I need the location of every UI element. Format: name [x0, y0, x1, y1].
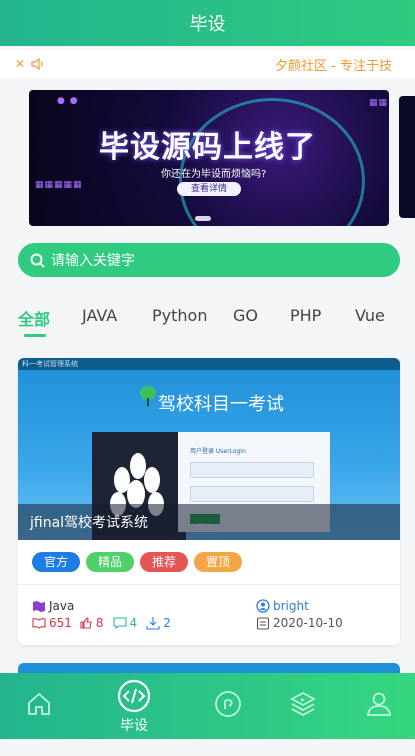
downloads-count: 2 — [163, 616, 171, 630]
calendar-icon — [256, 617, 270, 630]
nav-community[interactable] — [213, 690, 243, 756]
home-icon — [28, 692, 50, 715]
speaker-icon — [31, 58, 45, 70]
badge-official: 官方 — [32, 552, 81, 572]
tree-icon — [140, 386, 156, 406]
tab-go[interactable]: GO — [233, 306, 258, 325]
thumbnail-username-field — [190, 462, 314, 478]
author-name[interactable]: bright — [273, 599, 309, 613]
thumbs-up-icon[interactable] — [79, 616, 93, 630]
nav-profile[interactable] — [364, 690, 394, 756]
thumbnail-password-field — [190, 486, 314, 502]
views-count: 651 — [49, 616, 72, 630]
badge-premium: 精品 — [86, 552, 135, 572]
map-icon — [33, 601, 45, 612]
thumbnail-title: 驾校科目一考试 — [158, 394, 284, 415]
decorative-pixels: ▦▦ — [369, 98, 389, 108]
publish-date: 2020-10-10 — [273, 616, 343, 630]
user-icon — [256, 599, 270, 613]
tab-python[interactable]: Python — [152, 306, 207, 325]
search-input[interactable]: 请输入关键字 — [51, 250, 135, 270]
category-tabs: 全部 JAVA Python GO PHP Vue — [0, 300, 415, 340]
nav-home[interactable] — [22, 690, 56, 756]
banner-next-slide[interactable] — [399, 96, 415, 218]
code-icon — [117, 679, 151, 713]
banner-carousel[interactable]: ● ● ▦▦▦▦▦ ▦▦ 毕设源码上线了 你还在为毕设而烦恼吗? 查看详情 — [0, 88, 415, 228]
decorative-dots: ● ● — [57, 96, 79, 106]
user-icon — [366, 692, 392, 716]
layers-icon — [290, 691, 316, 717]
comments-count: 4 — [129, 616, 138, 630]
tab-php[interactable]: PHP — [290, 306, 321, 325]
notice-text[interactable]: 夕颜社区 - 专注于技 — [275, 55, 415, 74]
date-info: 2020-10-10 — [256, 616, 343, 630]
project-thumbnail[interactable]: 科一考试管理系统 驾校科目一考试 用户登录 UserLogin 登 录 jfin… — [18, 358, 400, 540]
stats-row: 651 8 4 2 — [32, 616, 171, 630]
card-divider — [18, 584, 400, 585]
decorative-pixels: ▦▦▦▦▦ — [35, 180, 83, 190]
close-icon[interactable]: ✕ — [15, 57, 25, 71]
page-title: 毕设 — [189, 14, 226, 35]
comment-icon[interactable] — [112, 617, 127, 629]
search-icon — [30, 253, 45, 268]
banner-slide[interactable]: ● ● ▦▦▦▦▦ ▦▦ 毕设源码上线了 你还在为毕设而烦恼吗? 查看详情 — [29, 90, 389, 226]
tab-active-indicator — [24, 334, 46, 337]
thumbnail-topbar: 科一考试管理系统 — [18, 358, 400, 370]
likes-count: 8 — [95, 616, 104, 630]
nav-learn[interactable] — [288, 690, 318, 756]
notice-bar: ✕ 夕颜社区 - 专注于技 — [0, 50, 415, 78]
search-bar[interactable]: 请输入关键字 — [18, 243, 400, 277]
language-label: Java — [49, 599, 75, 613]
project-title[interactable]: jfinal驾校考试系统 — [18, 504, 400, 540]
project-card[interactable]: 科一考试管理系统 驾校科目一考试 用户登录 UserLogin 登 录 jfin… — [18, 358, 400, 645]
tab-all[interactable]: 全部 — [18, 306, 50, 330]
thumbnail-login-label: 用户登录 UserLogin — [190, 448, 246, 455]
tab-java[interactable]: JAVA — [82, 306, 117, 325]
author-info[interactable]: bright — [256, 599, 309, 613]
tab-vue[interactable]: Vue — [355, 306, 385, 325]
banner-subtitle: 你还在为毕设而烦恼吗? — [161, 169, 267, 180]
discover-icon — [215, 691, 241, 717]
book-icon — [32, 618, 46, 629]
download-icon[interactable] — [146, 616, 160, 630]
badge-pinned: 置顶 — [194, 552, 243, 572]
carousel-indicator[interactable] — [195, 216, 211, 221]
nav-graduation-project[interactable]: 毕设 — [112, 679, 156, 745]
badge-recommended: 推荐 — [140, 552, 189, 572]
language-info: Java — [32, 599, 74, 613]
bottom-nav: 毕设 — [0, 673, 415, 739]
nav-active-label: 毕设 — [120, 718, 148, 734]
badge-group: 官方 精品 推荐 置顶 — [32, 552, 243, 572]
banner-detail-button[interactable]: 查看详情 — [177, 182, 241, 196]
app-header: 毕设 — [0, 0, 415, 46]
banner-title: 毕设源码上线了 — [99, 130, 316, 165]
